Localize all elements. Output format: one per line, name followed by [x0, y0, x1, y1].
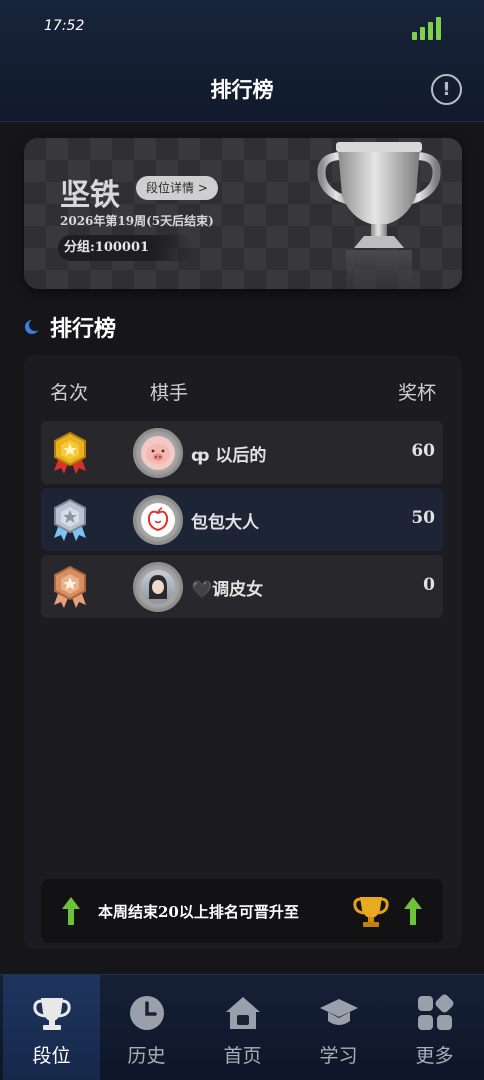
apple-avatar-icon: [147, 507, 169, 532]
trophy-icon: [317, 142, 441, 289]
promotion-text: 本周结束20以上排名可晋升至: [98, 903, 299, 921]
ranking-row-current-user[interactable]: 包包大人 50: [41, 488, 443, 551]
nav-item-learn[interactable]: 学习: [290, 975, 387, 1080]
cup-count: 50: [411, 508, 435, 528]
player-name: 包包大人: [191, 513, 259, 533]
column-header-cups: 奖杯: [398, 382, 437, 404]
league-card: 坚铁 段位详情 > 2026年第19周(5天后结束) 分组:100001: [24, 138, 462, 289]
nav-label: 历史: [127, 1045, 166, 1067]
signal-icon: [412, 16, 442, 40]
clock-icon: [130, 996, 164, 1030]
tier-name: 坚铁: [60, 178, 120, 213]
nav-label: 首页: [223, 1045, 262, 1067]
player-name: 🖤调皮女: [191, 580, 264, 600]
season-text: 2026年第19周(5天后结束): [60, 214, 214, 228]
promotion-banner: 本周结束20以上排名可晋升至: [41, 879, 443, 943]
ranking-row[interactable]: 🖤调皮女 0: [41, 555, 443, 618]
cup-count: 0: [423, 575, 435, 595]
nav-item-rank[interactable]: 段位: [3, 975, 100, 1080]
grid-icon: [418, 994, 454, 1030]
nav-item-more[interactable]: 更多: [386, 975, 483, 1080]
nav-item-home[interactable]: 首页: [194, 975, 291, 1080]
player-avatar[interactable]: [133, 428, 183, 478]
player-avatar[interactable]: [133, 495, 183, 545]
nav-label: 段位: [32, 1045, 71, 1067]
cup-count: 60: [411, 441, 435, 461]
column-header-rank: 名次: [50, 382, 89, 404]
section-title: 排行榜: [50, 317, 117, 342]
bronze-medal-icon: [54, 565, 86, 608]
nav-label: 更多: [415, 1045, 454, 1067]
silver-medal-icon: [54, 498, 86, 541]
tier-detail-button[interactable]: 段位详情 >: [136, 176, 218, 200]
ranking-section-header: 排行榜: [24, 310, 116, 344]
trophy-icon: [33, 998, 71, 1030]
arrow-up-icon: [404, 897, 422, 925]
top-bar: 17:52 排行榜 !: [0, 0, 484, 122]
group-label: 分组:100001: [58, 235, 194, 261]
status-time: 17:52: [44, 18, 85, 34]
girl-avatar-icon: [149, 575, 167, 599]
info-icon[interactable]: !: [431, 74, 462, 105]
column-header-player: 棋手: [150, 382, 189, 404]
gold-medal-icon: [54, 431, 86, 474]
moon-icon: [25, 319, 40, 334]
graduation-cap-icon: [320, 999, 358, 1025]
page-title: 排行榜: [210, 78, 274, 102]
ranking-row[interactable]: ȹ 以后的 60: [41, 421, 443, 484]
nav-item-history[interactable]: 历史: [98, 975, 195, 1080]
arrow-up-icon: [62, 897, 80, 925]
home-icon: [226, 997, 260, 1029]
player-avatar[interactable]: [133, 562, 183, 612]
player-name: ȹ 以后的: [191, 446, 267, 466]
bottom-nav: 段位 历史 首页 学习 更多: [0, 974, 484, 1080]
nav-label: 学习: [319, 1045, 358, 1067]
pig-avatar-icon: [146, 444, 170, 464]
gold-trophy-icon: [353, 897, 389, 927]
